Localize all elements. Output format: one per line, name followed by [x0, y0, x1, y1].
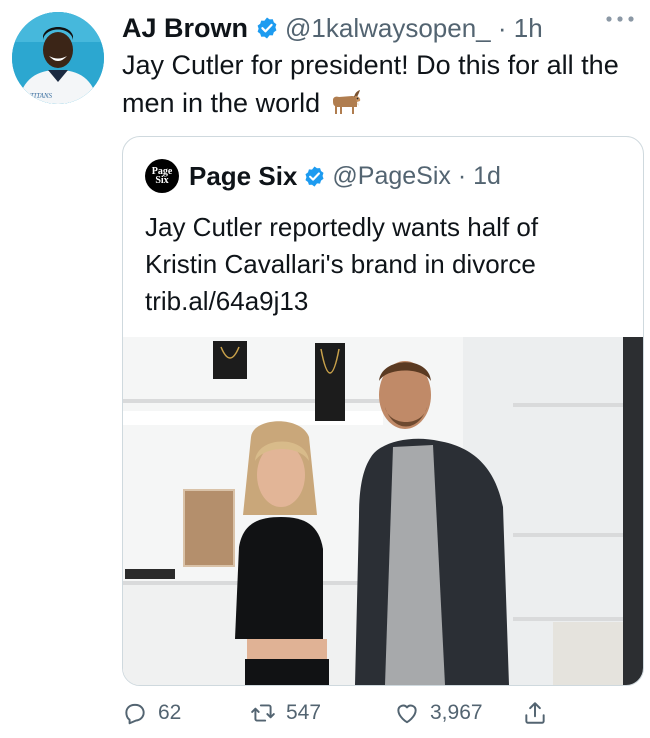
- reply-button[interactable]: 62: [122, 700, 181, 726]
- page-six-avatar[interactable]: Page Six: [145, 159, 179, 193]
- author-avatar[interactable]: TITANS: [12, 12, 104, 104]
- reply-icon: [125, 703, 145, 725]
- quoted-link[interactable]: trib.al/64a9j13: [145, 286, 308, 316]
- quoted-tweet-card[interactable]: Page Six Page Six @PageSix · 1d Jay Cutl…: [122, 136, 644, 686]
- page-six-logo-line2: Six: [155, 175, 169, 186]
- goat-emoji-icon: [332, 90, 360, 114]
- quoted-author-handle[interactable]: @PageSix: [332, 162, 451, 191]
- like-button[interactable]: 3,967: [394, 700, 483, 726]
- quoted-body: Jay Cutler reportedly wants half of Kris…: [145, 212, 539, 279]
- retweet-button[interactable]: 547: [250, 700, 321, 726]
- tweet-text: Jay Cutler for president! Do this for al…: [122, 46, 622, 122]
- verified-badge-icon: [257, 17, 277, 39]
- share-icon: [525, 702, 545, 724]
- like-count: 3,967: [430, 701, 483, 724]
- jersey-text: TITANS: [30, 92, 53, 100]
- more-options-icon[interactable]: [604, 12, 636, 26]
- avatar-photo: [12, 12, 104, 104]
- verified-badge-icon: [305, 165, 324, 187]
- quoted-tweet-photo[interactable]: [123, 337, 644, 685]
- author-name[interactable]: AJ Brown: [122, 13, 248, 44]
- separator-dot: ·: [490, 12, 514, 43]
- separator-dot: ·: [450, 161, 474, 190]
- reply-count: 62: [158, 701, 182, 724]
- tweet-time[interactable]: 1h: [514, 13, 543, 44]
- share-button[interactable]: [522, 700, 548, 726]
- tweet-actions: 62 547 3,967: [122, 700, 622, 734]
- quoted-tweet-header: Page Six Page Six @PageSix · 1d: [145, 159, 501, 193]
- retweet-count: 547: [286, 701, 322, 724]
- tweet-header: AJ Brown @1kalwaysopen_ · 1h: [122, 10, 543, 46]
- retweet-icon: [251, 704, 275, 722]
- quoted-tweet-time[interactable]: 1d: [473, 162, 501, 191]
- quoted-author-name[interactable]: Page Six: [189, 161, 297, 192]
- author-handle[interactable]: @1kalwaysopen_: [285, 13, 491, 44]
- quoted-tweet-text: Jay Cutler reportedly wants half of Kris…: [145, 209, 615, 320]
- heart-icon: [397, 704, 417, 724]
- tweet-body: Jay Cutler for president! Do this for al…: [122, 50, 619, 118]
